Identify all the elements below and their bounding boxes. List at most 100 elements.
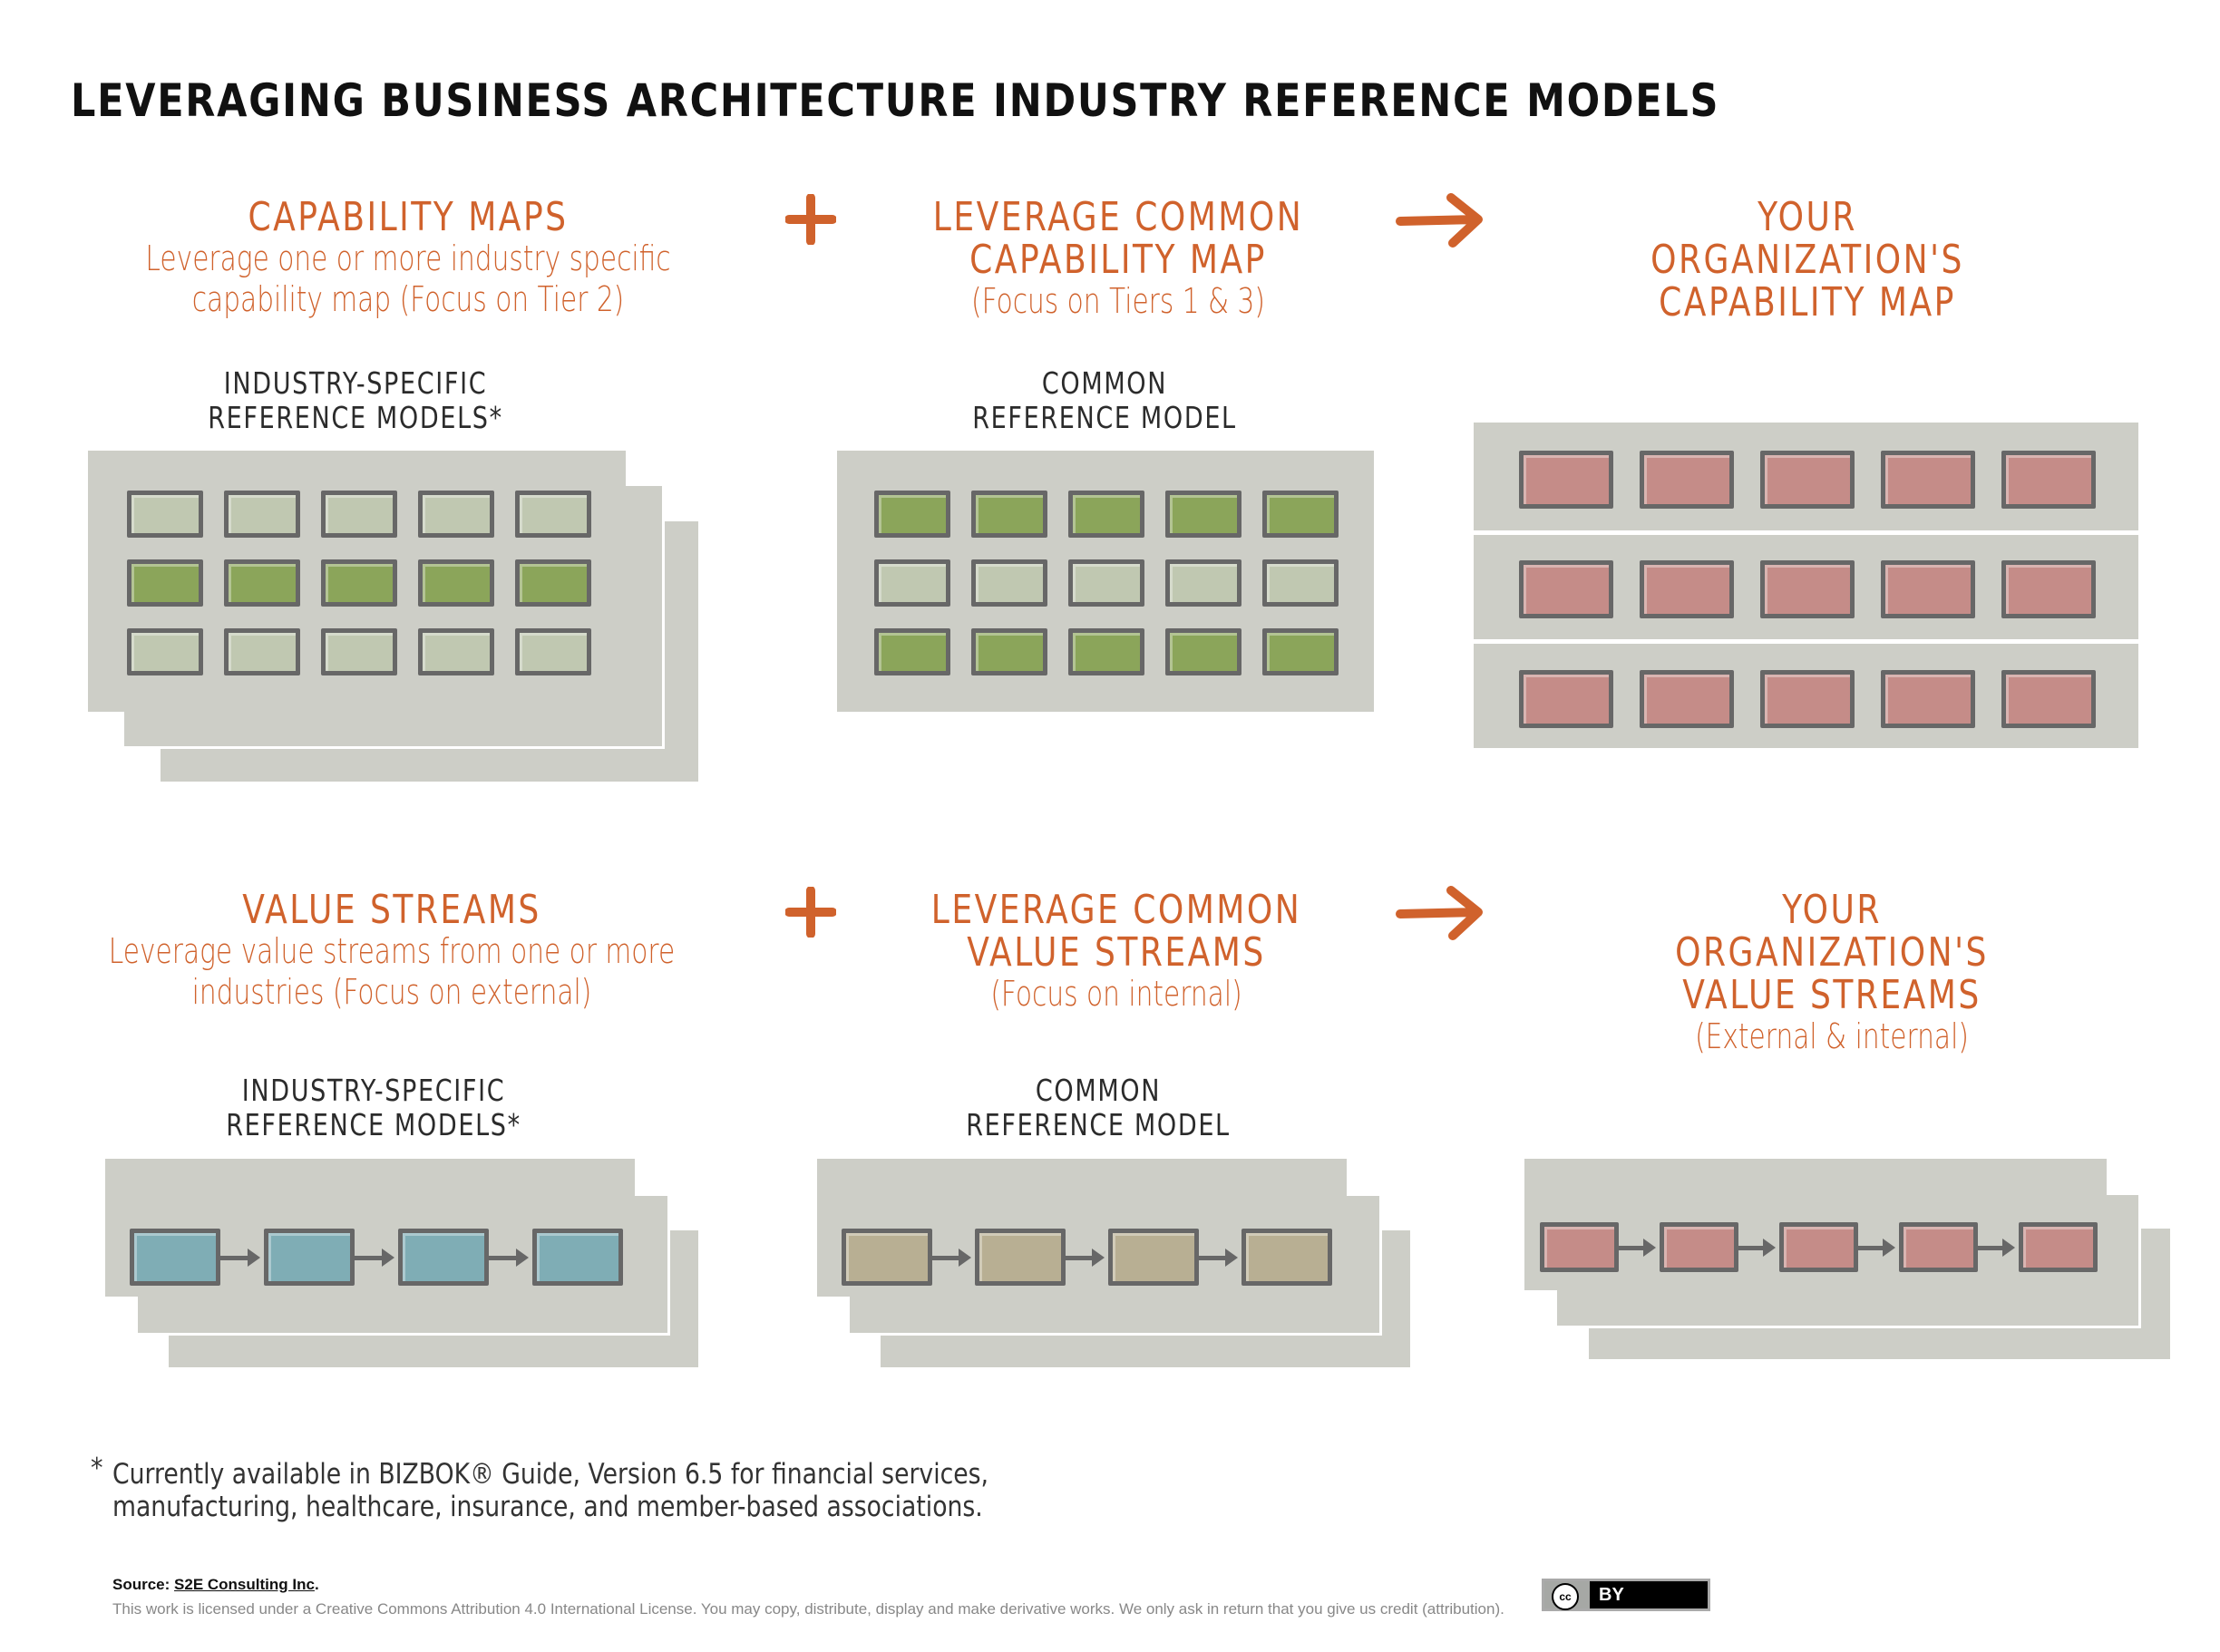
value-stream-stage bbox=[532, 1229, 623, 1286]
capability-box bbox=[321, 628, 397, 675]
heading-line: VALUE STREAMS bbox=[1682, 972, 1981, 1018]
your-organization-capability-heading: YOUR ORGANIZATION'S CAPABILITY MAP bbox=[1616, 196, 1999, 324]
capability-box bbox=[1262, 559, 1339, 607]
capability-box bbox=[2001, 451, 2096, 509]
value-stream-stage bbox=[2019, 1222, 2098, 1272]
stage-arrow-icon bbox=[1066, 1248, 1105, 1267]
capability-box bbox=[1881, 451, 1975, 509]
subtitle-line: (Focus on Tiers 1 & 3) bbox=[971, 281, 1265, 321]
capability-box bbox=[224, 628, 300, 675]
value-stream-stage bbox=[264, 1229, 355, 1286]
plus-icon bbox=[785, 887, 836, 938]
common-reference-label: COMMON REFERENCE MODEL bbox=[937, 1074, 1260, 1142]
value-streams-heading: VALUE STREAMS Leverage value streams fro… bbox=[29, 889, 755, 1013]
capability-box bbox=[1760, 560, 1855, 618]
label-line: COMMON bbox=[1041, 365, 1168, 401]
cc-by-badge[interactable]: cc BY bbox=[1542, 1579, 1710, 1611]
industry-specific-label: INDUSTRY-SPECIFIC REFERENCE MODELS* bbox=[176, 366, 536, 435]
leverage-common-value-streams-heading: LEVERAGE COMMON VALUE STREAMS (Focus on … bbox=[891, 889, 1342, 1015]
capability-box bbox=[1519, 560, 1613, 618]
heading-line: VALUE STREAMS bbox=[967, 929, 1266, 976]
capability-box bbox=[418, 559, 494, 607]
stage-arrow-icon bbox=[220, 1248, 260, 1267]
license-text: This work is licensed under a Creative C… bbox=[112, 1600, 1504, 1618]
capability-box bbox=[874, 559, 950, 607]
footnote-marker: * bbox=[91, 1453, 103, 1484]
capability-box bbox=[1068, 491, 1144, 538]
value-stream-stage bbox=[1540, 1222, 1619, 1272]
capability-box bbox=[515, 559, 591, 607]
heading-line: CAPABILITY MAP bbox=[969, 237, 1267, 283]
subtitle-line: Leverage one or more industry specific bbox=[145, 238, 671, 278]
value-stream-stage bbox=[130, 1229, 220, 1286]
capability-box bbox=[515, 491, 591, 538]
heading-line: CAPABILITY MAP bbox=[1659, 279, 1956, 326]
capability-box bbox=[321, 491, 397, 538]
stage-arrow-icon bbox=[1978, 1238, 2015, 1257]
capability-box bbox=[1640, 451, 1734, 509]
label-line: REFERENCE MODEL bbox=[972, 400, 1237, 435]
plus-icon bbox=[785, 194, 836, 245]
subtitle-line: industries (Focus on external) bbox=[191, 972, 592, 1012]
capability-box bbox=[224, 559, 300, 607]
capability-box bbox=[2001, 560, 2096, 618]
stage-arrow-icon bbox=[1199, 1248, 1238, 1267]
label-line: COMMON bbox=[1035, 1073, 1162, 1108]
heading-line: LEVERAGE COMMON bbox=[930, 887, 1302, 933]
stage-arrow-icon bbox=[1619, 1238, 1656, 1257]
capability-box bbox=[127, 491, 203, 538]
stage-arrow-icon bbox=[1738, 1238, 1776, 1257]
stage-arrow-icon bbox=[932, 1248, 971, 1267]
heading-line: ORGANIZATION'S bbox=[1675, 929, 1989, 976]
capability-box bbox=[874, 628, 950, 675]
common-capability-map-panel bbox=[837, 451, 1374, 712]
capability-box bbox=[1068, 559, 1144, 607]
capability-box bbox=[1068, 628, 1144, 675]
capability-box bbox=[224, 491, 300, 538]
common-reference-label: COMMON REFERENCE MODEL bbox=[943, 366, 1266, 435]
stage-arrow-icon bbox=[355, 1248, 394, 1267]
industry-value-stream-panel bbox=[105, 1159, 635, 1297]
capability-box bbox=[1165, 559, 1241, 607]
capability-box bbox=[418, 628, 494, 675]
label-line: REFERENCE MODEL bbox=[966, 1107, 1231, 1142]
value-stream-stage bbox=[398, 1229, 489, 1286]
label-line: INDUSTRY-SPECIFIC bbox=[223, 365, 488, 401]
heading-text: VALUE STREAMS bbox=[242, 887, 541, 933]
value-stream-stage bbox=[975, 1229, 1066, 1286]
footnote-line: manufacturing, healthcare, insurance, an… bbox=[112, 1491, 983, 1523]
value-stream-stage bbox=[1779, 1222, 1858, 1272]
capability-box bbox=[1640, 560, 1734, 618]
organization-value-stream-panel bbox=[1524, 1159, 2107, 1290]
capability-box bbox=[418, 491, 494, 538]
capability-box bbox=[2001, 670, 2096, 728]
capability-box bbox=[1165, 628, 1241, 675]
capability-box bbox=[1262, 491, 1339, 538]
capability-box bbox=[1881, 560, 1975, 618]
common-value-stream-panel bbox=[817, 1159, 1347, 1297]
source-link[interactable]: S2E Consulting Inc bbox=[174, 1576, 315, 1593]
heading-text: CAPABILITY MAPS bbox=[248, 194, 569, 240]
stage-arrow-icon bbox=[489, 1248, 529, 1267]
cc-by-label: BY bbox=[1599, 1585, 1624, 1605]
value-stream-stage bbox=[1241, 1229, 1332, 1286]
arrow-right-icon bbox=[1396, 193, 1483, 248]
capability-box bbox=[321, 559, 397, 607]
heading-line: YOUR bbox=[1782, 887, 1882, 933]
footnote: Currently available in BIZBOK® Guide, Ve… bbox=[112, 1458, 1131, 1523]
value-stream-stage bbox=[1660, 1222, 1738, 1272]
capability-box bbox=[1760, 451, 1855, 509]
capability-box bbox=[874, 491, 950, 538]
capability-box bbox=[1519, 451, 1613, 509]
label-line: INDUSTRY-SPECIFIC bbox=[241, 1073, 506, 1108]
value-stream-stage bbox=[1899, 1222, 1978, 1272]
capability-box bbox=[127, 559, 203, 607]
source-line: Source: S2E Consulting Inc. bbox=[112, 1576, 319, 1594]
capability-box bbox=[971, 628, 1047, 675]
capability-box bbox=[1262, 628, 1339, 675]
arrow-right-icon bbox=[1396, 886, 1483, 940]
source-suffix: . bbox=[314, 1576, 319, 1593]
value-stream-stage bbox=[842, 1229, 932, 1286]
stage-arrow-icon bbox=[1858, 1238, 1895, 1257]
capability-box bbox=[1519, 670, 1613, 728]
